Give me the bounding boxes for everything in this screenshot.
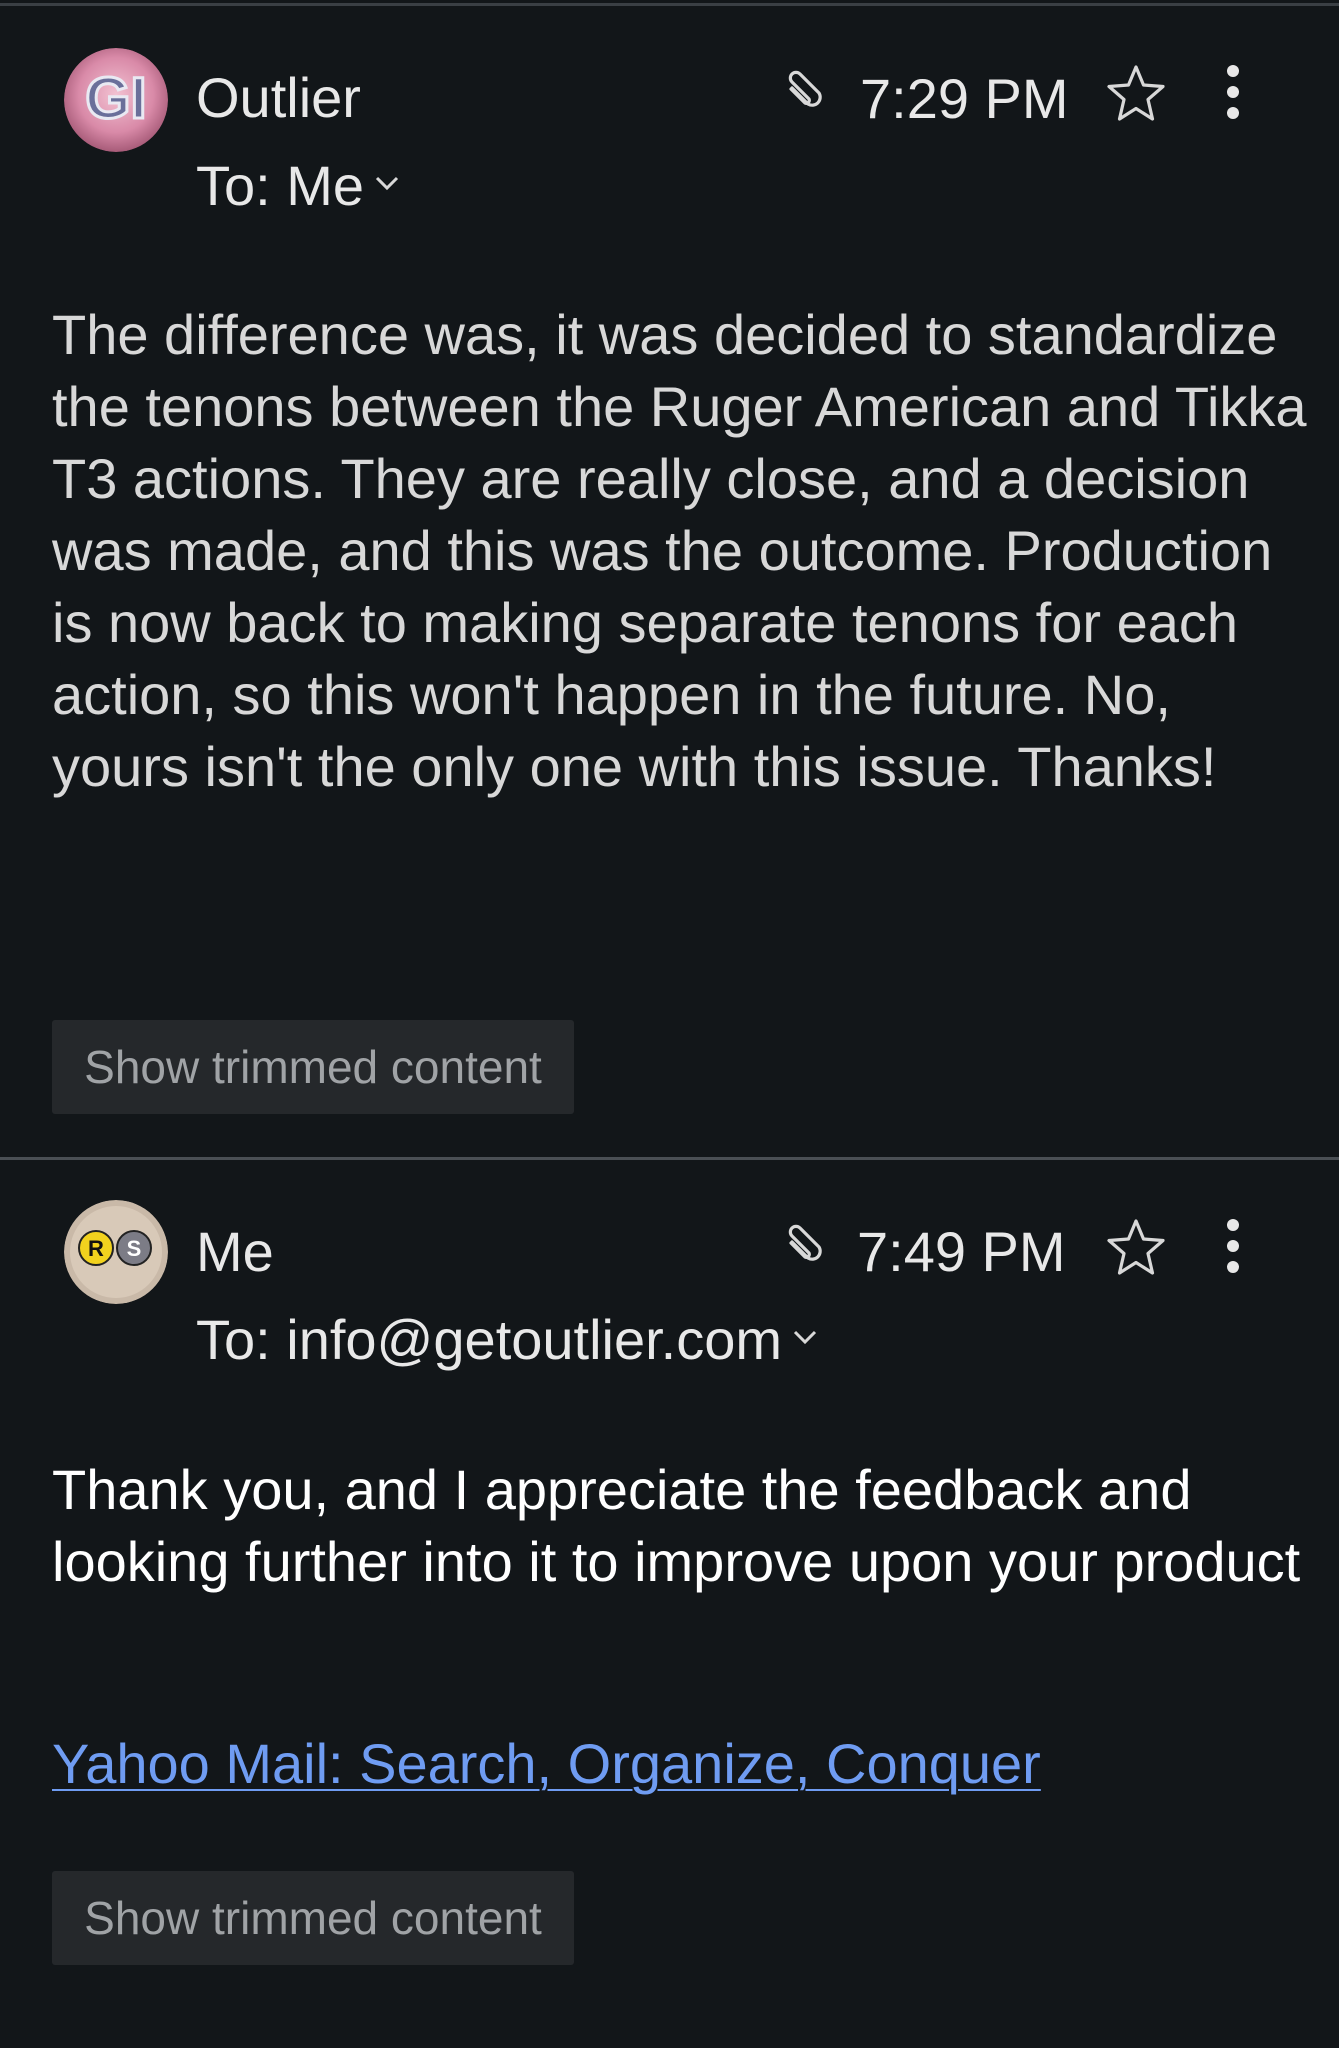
- paperclip-icon: [778, 66, 830, 123]
- sender-name: Me: [196, 1220, 274, 1283]
- recipient-text: To: Me: [196, 154, 365, 217]
- message-body: Thank you, and I appreciate the feedback…: [52, 1458, 1301, 1593]
- recipient-toggle[interactable]: To: info@getoutlier.com: [196, 1312, 818, 1368]
- message-time: 7:49 PM: [857, 1220, 1066, 1283]
- more-vertical-icon[interactable]: [1218, 62, 1248, 127]
- message-body: The difference was, it was decided to st…: [52, 303, 1307, 798]
- avatar-initials: GI: [85, 66, 146, 131]
- message-time: 7:29 PM: [860, 67, 1069, 130]
- sender-avatar[interactable]: R S: [64, 1200, 168, 1304]
- avatar-letter-r: R: [88, 1236, 104, 1261]
- avatar-letter-s: S: [127, 1236, 142, 1261]
- paperclip-icon: [778, 1220, 830, 1277]
- chevron-down-icon[interactable]: [374, 144, 400, 200]
- signature-link[interactable]: Yahoo Mail: Search, Organize, Conquer: [52, 1728, 1041, 1800]
- email-thread-view: GI Outlier To: Me 7:29 PM The difference…: [0, 0, 1339, 2048]
- star-icon[interactable]: [1104, 62, 1168, 131]
- recipient-text: To: info@getoutlier.com: [196, 1308, 783, 1371]
- show-trimmed-content-button[interactable]: Show trimmed content: [52, 1020, 574, 1114]
- sender-avatar[interactable]: GI: [64, 48, 168, 152]
- message-outlier[interactable]: GI Outlier To: Me 7:29 PM The difference…: [0, 0, 1339, 1157]
- recipient-toggle[interactable]: To: Me: [196, 158, 400, 214]
- message-divider: [0, 1157, 1339, 1160]
- star-icon[interactable]: [1104, 1216, 1168, 1285]
- sender-name: Outlier: [196, 66, 361, 129]
- show-trimmed-content-button[interactable]: Show trimmed content: [52, 1871, 574, 1965]
- more-vertical-icon[interactable]: [1218, 1216, 1248, 1281]
- chevron-down-icon[interactable]: [792, 1298, 818, 1354]
